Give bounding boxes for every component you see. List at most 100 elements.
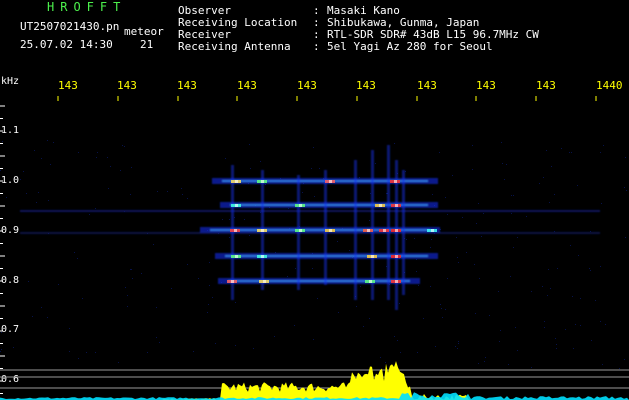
noise-dot — [590, 270, 591, 271]
noise-dot — [466, 252, 467, 253]
signal-peak — [431, 229, 434, 232]
noise-dot — [41, 158, 42, 159]
spectrogram-plot — [0, 96, 629, 400]
noise-dot — [430, 247, 431, 248]
noise-dot — [38, 192, 39, 193]
noise-dot — [483, 213, 484, 214]
noise-dot — [440, 229, 441, 230]
meteor-streak — [354, 160, 357, 300]
noise-dot — [313, 147, 314, 148]
signal-peak — [235, 204, 238, 207]
noise-dot — [394, 143, 395, 144]
noise-dot — [500, 330, 501, 331]
noise-dot — [32, 316, 33, 317]
noise-dot — [619, 368, 620, 369]
noise-dot — [485, 357, 486, 358]
noise-dot — [416, 271, 417, 272]
signal-peak — [235, 180, 238, 183]
noise-dot — [435, 346, 436, 347]
time-tick-label: 143 — [417, 79, 437, 92]
noise-dot — [187, 198, 188, 199]
noise-dot — [313, 339, 314, 340]
time-tick-label: 143 — [177, 79, 197, 92]
signal-peak — [395, 204, 398, 207]
noise-dot — [253, 348, 254, 349]
noise-dot — [600, 152, 601, 153]
noise-dot — [69, 351, 70, 352]
signal-peak — [394, 180, 397, 183]
noise-dot — [317, 298, 318, 299]
noise-dot — [589, 268, 590, 269]
noise-dot — [457, 257, 458, 258]
noise-dot — [479, 278, 480, 279]
noise-dot — [130, 269, 131, 270]
timestamp: 25.07.02 14:30 — [20, 38, 113, 51]
noise-dot — [182, 194, 183, 195]
noise-dot — [430, 286, 431, 287]
noise-dot — [625, 237, 626, 238]
noise-dot — [6, 197, 7, 198]
meteor-streak — [297, 175, 300, 290]
noise-dot — [95, 352, 96, 353]
noise-dot — [400, 352, 401, 353]
meteor-streak — [371, 150, 374, 300]
noise-dot — [549, 202, 550, 203]
noise-dot — [215, 343, 216, 344]
signal-peak — [367, 229, 370, 232]
noise-dot — [572, 296, 573, 297]
noise-dot — [531, 291, 532, 292]
signal-peak — [299, 204, 302, 207]
noise-dot — [187, 264, 188, 265]
noise-dot — [442, 317, 443, 318]
meteor-streak — [387, 145, 390, 300]
noise-dot — [481, 236, 482, 237]
noise-dot — [275, 252, 276, 253]
signal-peak — [263, 280, 266, 283]
antenna-value: 5el Yagi Az 280 for Seoul — [327, 40, 493, 53]
noise-dot — [416, 259, 417, 260]
noise-dot — [515, 327, 516, 328]
noise-dot — [209, 285, 210, 286]
noise-dot — [590, 231, 591, 232]
noise-dot — [399, 303, 400, 304]
noise-dot — [380, 357, 381, 358]
noise-dot — [423, 318, 424, 319]
faint-trace — [20, 210, 600, 212]
noise-dot — [118, 362, 119, 363]
spectrum-profile — [0, 361, 629, 400]
file-name: UT2507021430.pn — [20, 20, 120, 33]
noise-dot — [53, 142, 54, 143]
faint-trace — [20, 232, 600, 234]
signal-peak — [261, 180, 264, 183]
noise-dot — [369, 220, 370, 221]
noise-dot — [0, 170, 1, 171]
noise-dot — [78, 152, 79, 153]
noise-dot — [193, 351, 194, 352]
noise-dot — [249, 144, 250, 145]
noise-dot — [58, 284, 59, 285]
noise-dot — [511, 195, 512, 196]
signal-peak — [329, 229, 332, 232]
noise-dot — [96, 157, 97, 158]
noise-dot — [498, 291, 499, 292]
noise-dot — [548, 269, 549, 270]
noise-dot — [294, 325, 295, 326]
noise-dot — [171, 288, 172, 289]
freq-tick-marks — [0, 105, 5, 394]
noise-dot — [122, 145, 123, 146]
noise-dot — [229, 237, 230, 238]
reference-lines — [0, 369, 629, 389]
noise-dot — [510, 276, 511, 277]
time-tick-label: 143 — [536, 79, 556, 92]
noise-dot — [311, 168, 312, 169]
noise-dot — [337, 241, 338, 242]
noise-dot — [157, 191, 158, 192]
noise-dot — [625, 157, 626, 158]
time-tick-label: 1440 — [596, 79, 623, 92]
noise-dot — [517, 350, 518, 351]
noise-dot — [475, 313, 476, 314]
noise-dot — [569, 152, 570, 153]
noise-dot — [287, 276, 288, 277]
noise-dot — [260, 212, 261, 213]
noise-dot — [554, 231, 555, 232]
